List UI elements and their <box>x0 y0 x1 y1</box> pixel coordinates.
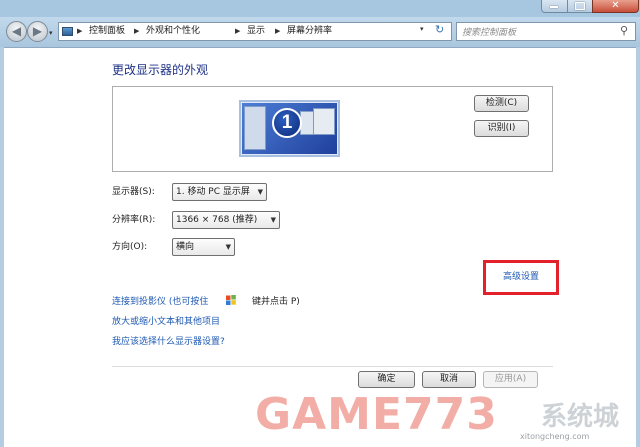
windows-logo-icon <box>226 295 236 305</box>
divider <box>112 366 553 367</box>
chevron-down-icon: ▼ <box>257 188 263 196</box>
address-dropdown-icon[interactable]: ▾ <box>420 25 424 33</box>
control-panel-icon <box>62 27 73 36</box>
resolution-select-value: 1366 × 768 (推荐) <box>176 215 258 225</box>
projector-shortcut-text: 键并点击 P) <box>252 297 300 307</box>
page-title: 更改显示器的外观 <box>112 63 209 77</box>
orientation-label: 方向(O): <box>112 242 148 252</box>
display-select[interactable]: 1. 移动 PC 显示屏 ▼ <box>172 183 267 201</box>
display-settings-help-link[interactable]: 我应该选择什么显示器设置? <box>112 336 225 349</box>
breadcrumb-separator-icon[interactable]: ▶ <box>77 25 82 38</box>
window-frame-right <box>636 47 640 447</box>
chevron-down-icon: ▼ <box>225 243 231 251</box>
refresh-icon[interactable]: ↻ <box>435 23 444 36</box>
breadcrumb-display[interactable]: 显示 <box>247 25 265 38</box>
recent-pages-dropdown[interactable]: ▾ <box>49 29 53 37</box>
resolution-label: 分辨率(R): <box>112 215 156 225</box>
breadcrumb-separator-icon[interactable]: ▶ <box>235 25 240 38</box>
orientation-select[interactable]: 横向 ▼ <box>172 238 235 256</box>
detect-button[interactable]: 检测(C) <box>474 95 529 112</box>
search-placeholder: 搜索控制面板 <box>462 28 517 38</box>
cancel-button[interactable]: 取消 <box>422 371 476 388</box>
back-button[interactable]: ◀ <box>6 21 27 42</box>
advanced-settings-link[interactable]: 高级设置 <box>503 271 539 284</box>
back-arrow-icon: ◀ <box>11 24 22 38</box>
resolution-select[interactable]: 1366 × 768 (推荐) ▼ <box>172 211 280 229</box>
breadcrumb-resolution[interactable]: 屏幕分辨率 <box>287 25 332 38</box>
watermark-logo-cn: 系统城 <box>541 402 620 432</box>
maximize-button[interactable] <box>567 0 593 13</box>
apply-button[interactable]: 应用(A) <box>483 371 538 388</box>
window-frame-left <box>0 47 4 447</box>
display-label: 显示器(S): <box>112 187 155 197</box>
text-size-link[interactable]: 放大或缩小文本和其他项目 <box>112 316 220 329</box>
monitor-window-preview <box>313 108 335 135</box>
forward-arrow-icon: ▶ <box>32 24 43 38</box>
connect-projector-link[interactable]: 连接到投影仪 (也可按住 <box>112 296 208 309</box>
forward-button[interactable]: ▶ <box>27 21 48 42</box>
ok-button[interactable]: 确定 <box>358 371 415 388</box>
breadcrumb-control-panel[interactable]: 控制面板 <box>89 25 125 38</box>
chevron-down-icon: ▼ <box>270 216 276 224</box>
minimize-button[interactable] <box>541 0 568 13</box>
search-icon[interactable]: ⚲ <box>620 24 628 37</box>
identify-button[interactable]: 识别(I) <box>474 120 529 137</box>
monitor-window-preview <box>244 106 266 150</box>
monitor-number-badge: 1 <box>272 108 302 138</box>
breadcrumb-appearance[interactable]: 外观和个性化 <box>146 25 200 38</box>
breadcrumb-separator-icon[interactable]: ▶ <box>275 25 280 38</box>
watermark-url: xitongcheng.com <box>520 432 590 441</box>
breadcrumb-separator-icon[interactable]: ▶ <box>134 25 139 38</box>
display-select-value: 1. 移动 PC 显示屏 <box>176 187 250 197</box>
close-icon: ✕ <box>611 0 620 11</box>
close-button[interactable]: ✕ <box>592 0 639 13</box>
watermark-logo: GAME773 <box>255 389 498 440</box>
orientation-select-value: 横向 <box>176 242 195 252</box>
